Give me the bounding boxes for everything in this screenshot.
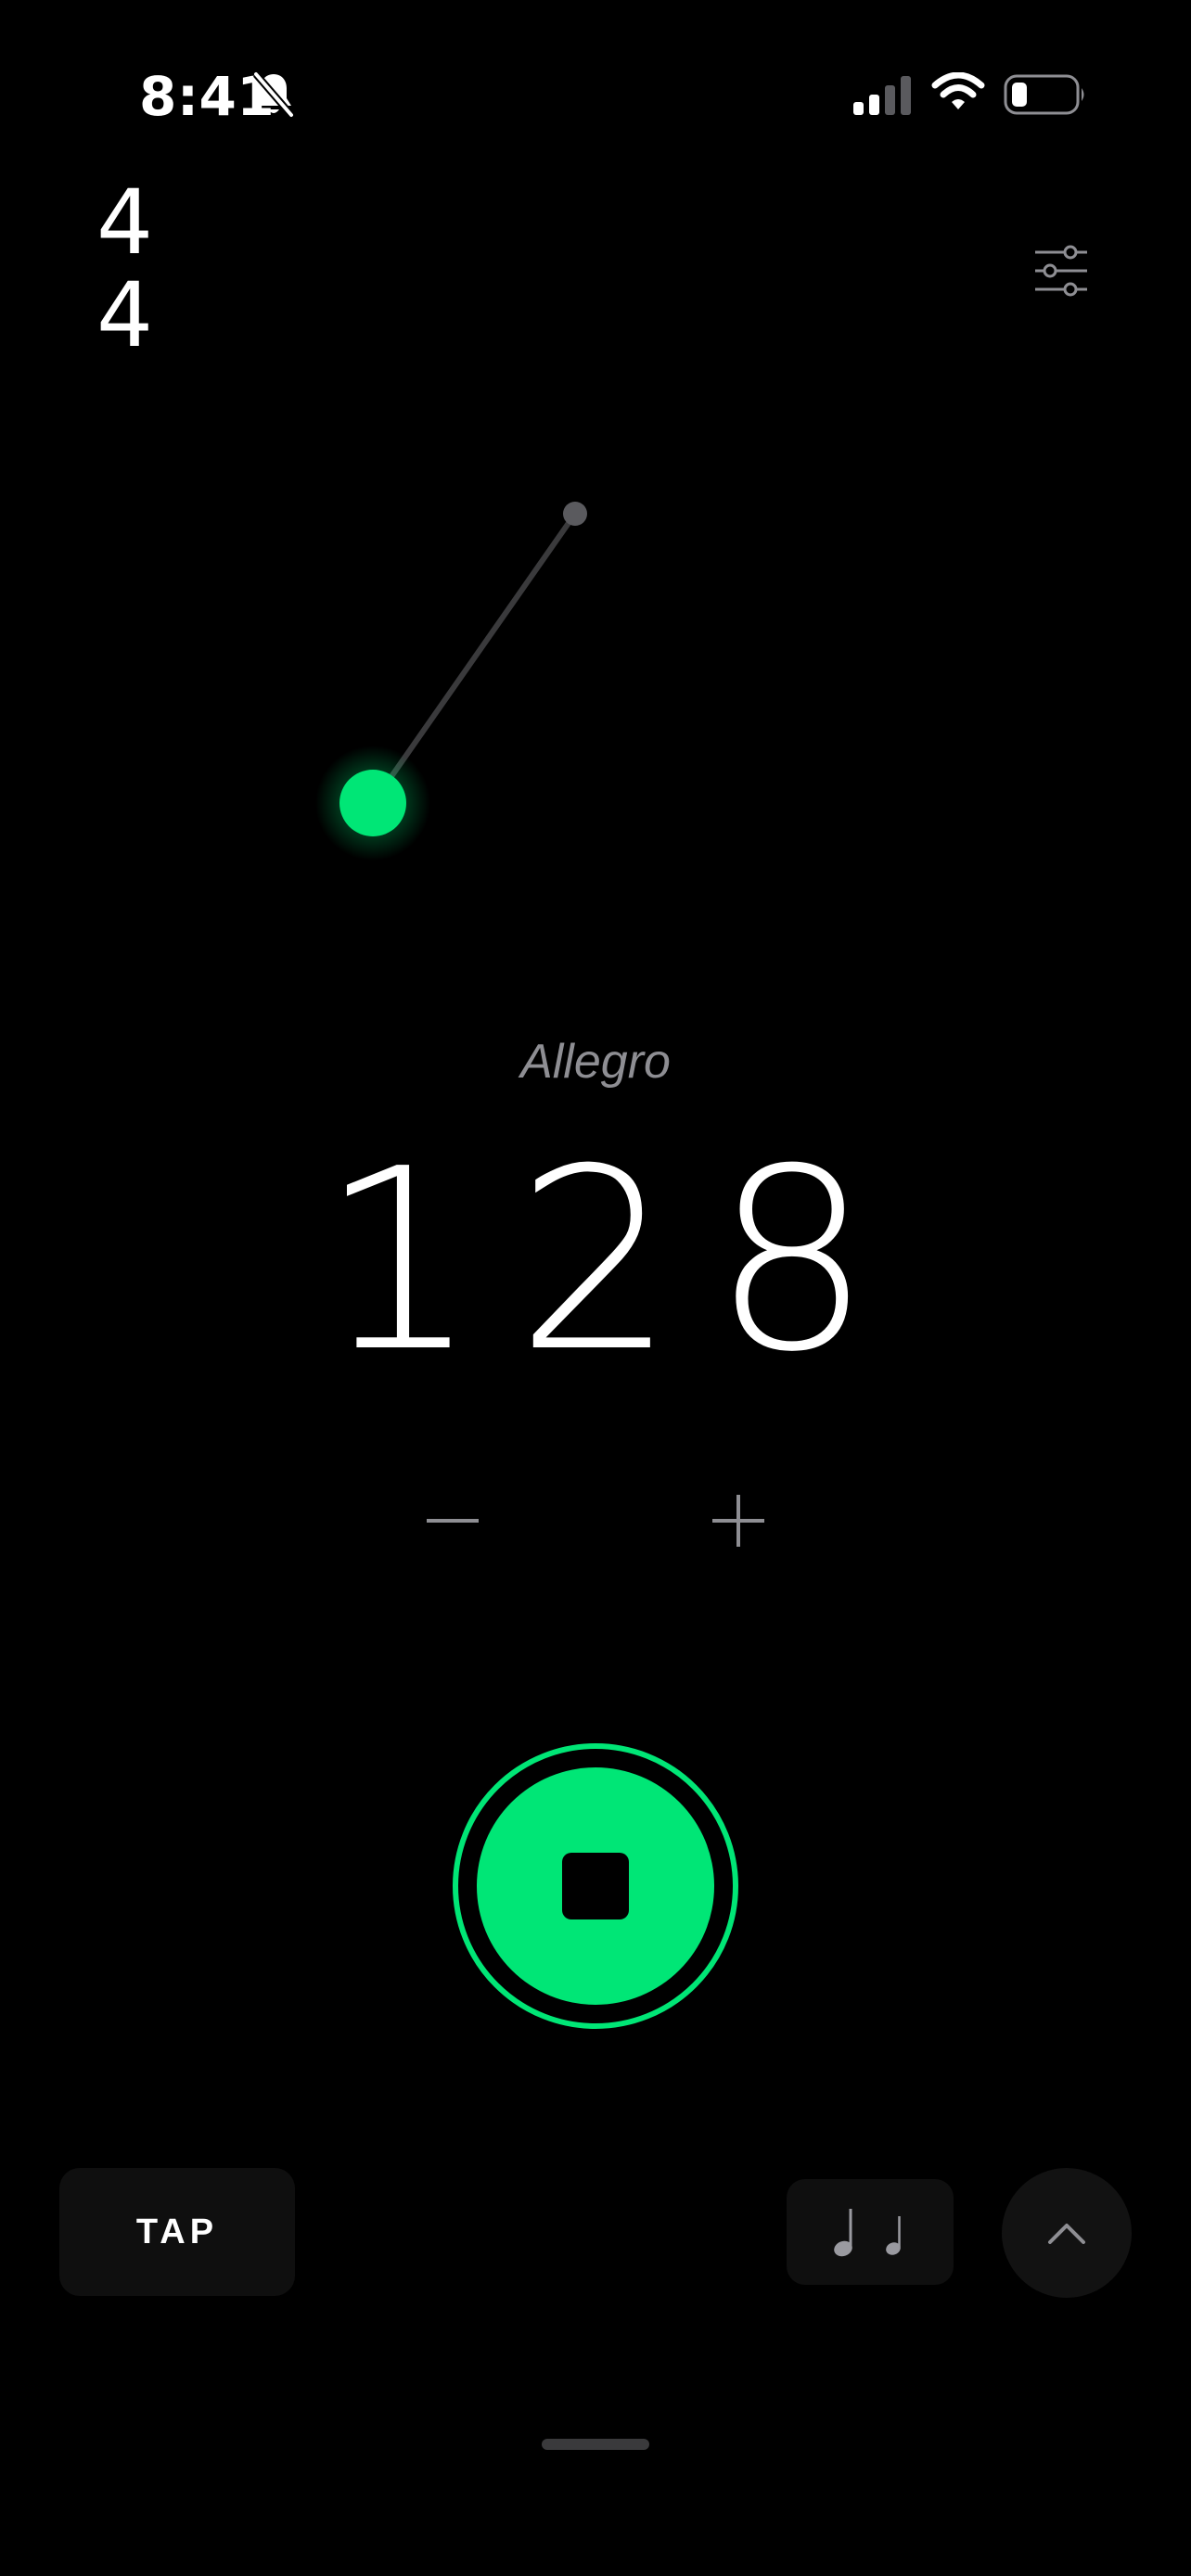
- chevron-up-icon: [1048, 2224, 1085, 2244]
- increment-bpm-button[interactable]: [701, 1484, 775, 1558]
- stop-button-fill: [477, 1767, 714, 2005]
- tap-tempo-button[interactable]: TAP: [59, 2168, 295, 2296]
- minus-icon: [427, 1519, 479, 1523]
- status-bar: 8:41: [0, 0, 1191, 185]
- quarter-note-icon: [886, 2216, 901, 2255]
- pendulum-pivot: [563, 502, 587, 526]
- time-signature-note-value: 4: [96, 263, 154, 367]
- battery-icon: [1004, 74, 1084, 115]
- plus-icon: [712, 1495, 764, 1547]
- stop-button[interactable]: [453, 1743, 738, 2029]
- cellular-signal-icon: [853, 76, 911, 115]
- metronome-screen: 8:41 4 4 Allegro 128 TAP: [0, 0, 1191, 2576]
- expand-button[interactable]: [1002, 2168, 1132, 2298]
- time-signature-beats: 4: [96, 171, 154, 274]
- time-signature[interactable]: 4 4: [96, 176, 161, 362]
- pendulum: [315, 502, 587, 861]
- wifi-icon: [931, 72, 985, 109]
- bpm-value[interactable]: 128: [0, 1122, 1191, 1400]
- tempo-marking: Allegro: [520, 1035, 671, 1089]
- bell-slash-icon: [252, 71, 295, 118]
- subdivision-button[interactable]: [787, 2179, 954, 2285]
- home-indicator: [542, 2439, 649, 2450]
- stop-icon: [562, 1853, 629, 1919]
- settings-button[interactable]: [1031, 243, 1091, 299]
- quarter-note-icon: [834, 2209, 852, 2257]
- sliders-icon: [1035, 245, 1087, 297]
- decrement-bpm-button[interactable]: [416, 1484, 490, 1558]
- pendulum-bob: [339, 770, 406, 836]
